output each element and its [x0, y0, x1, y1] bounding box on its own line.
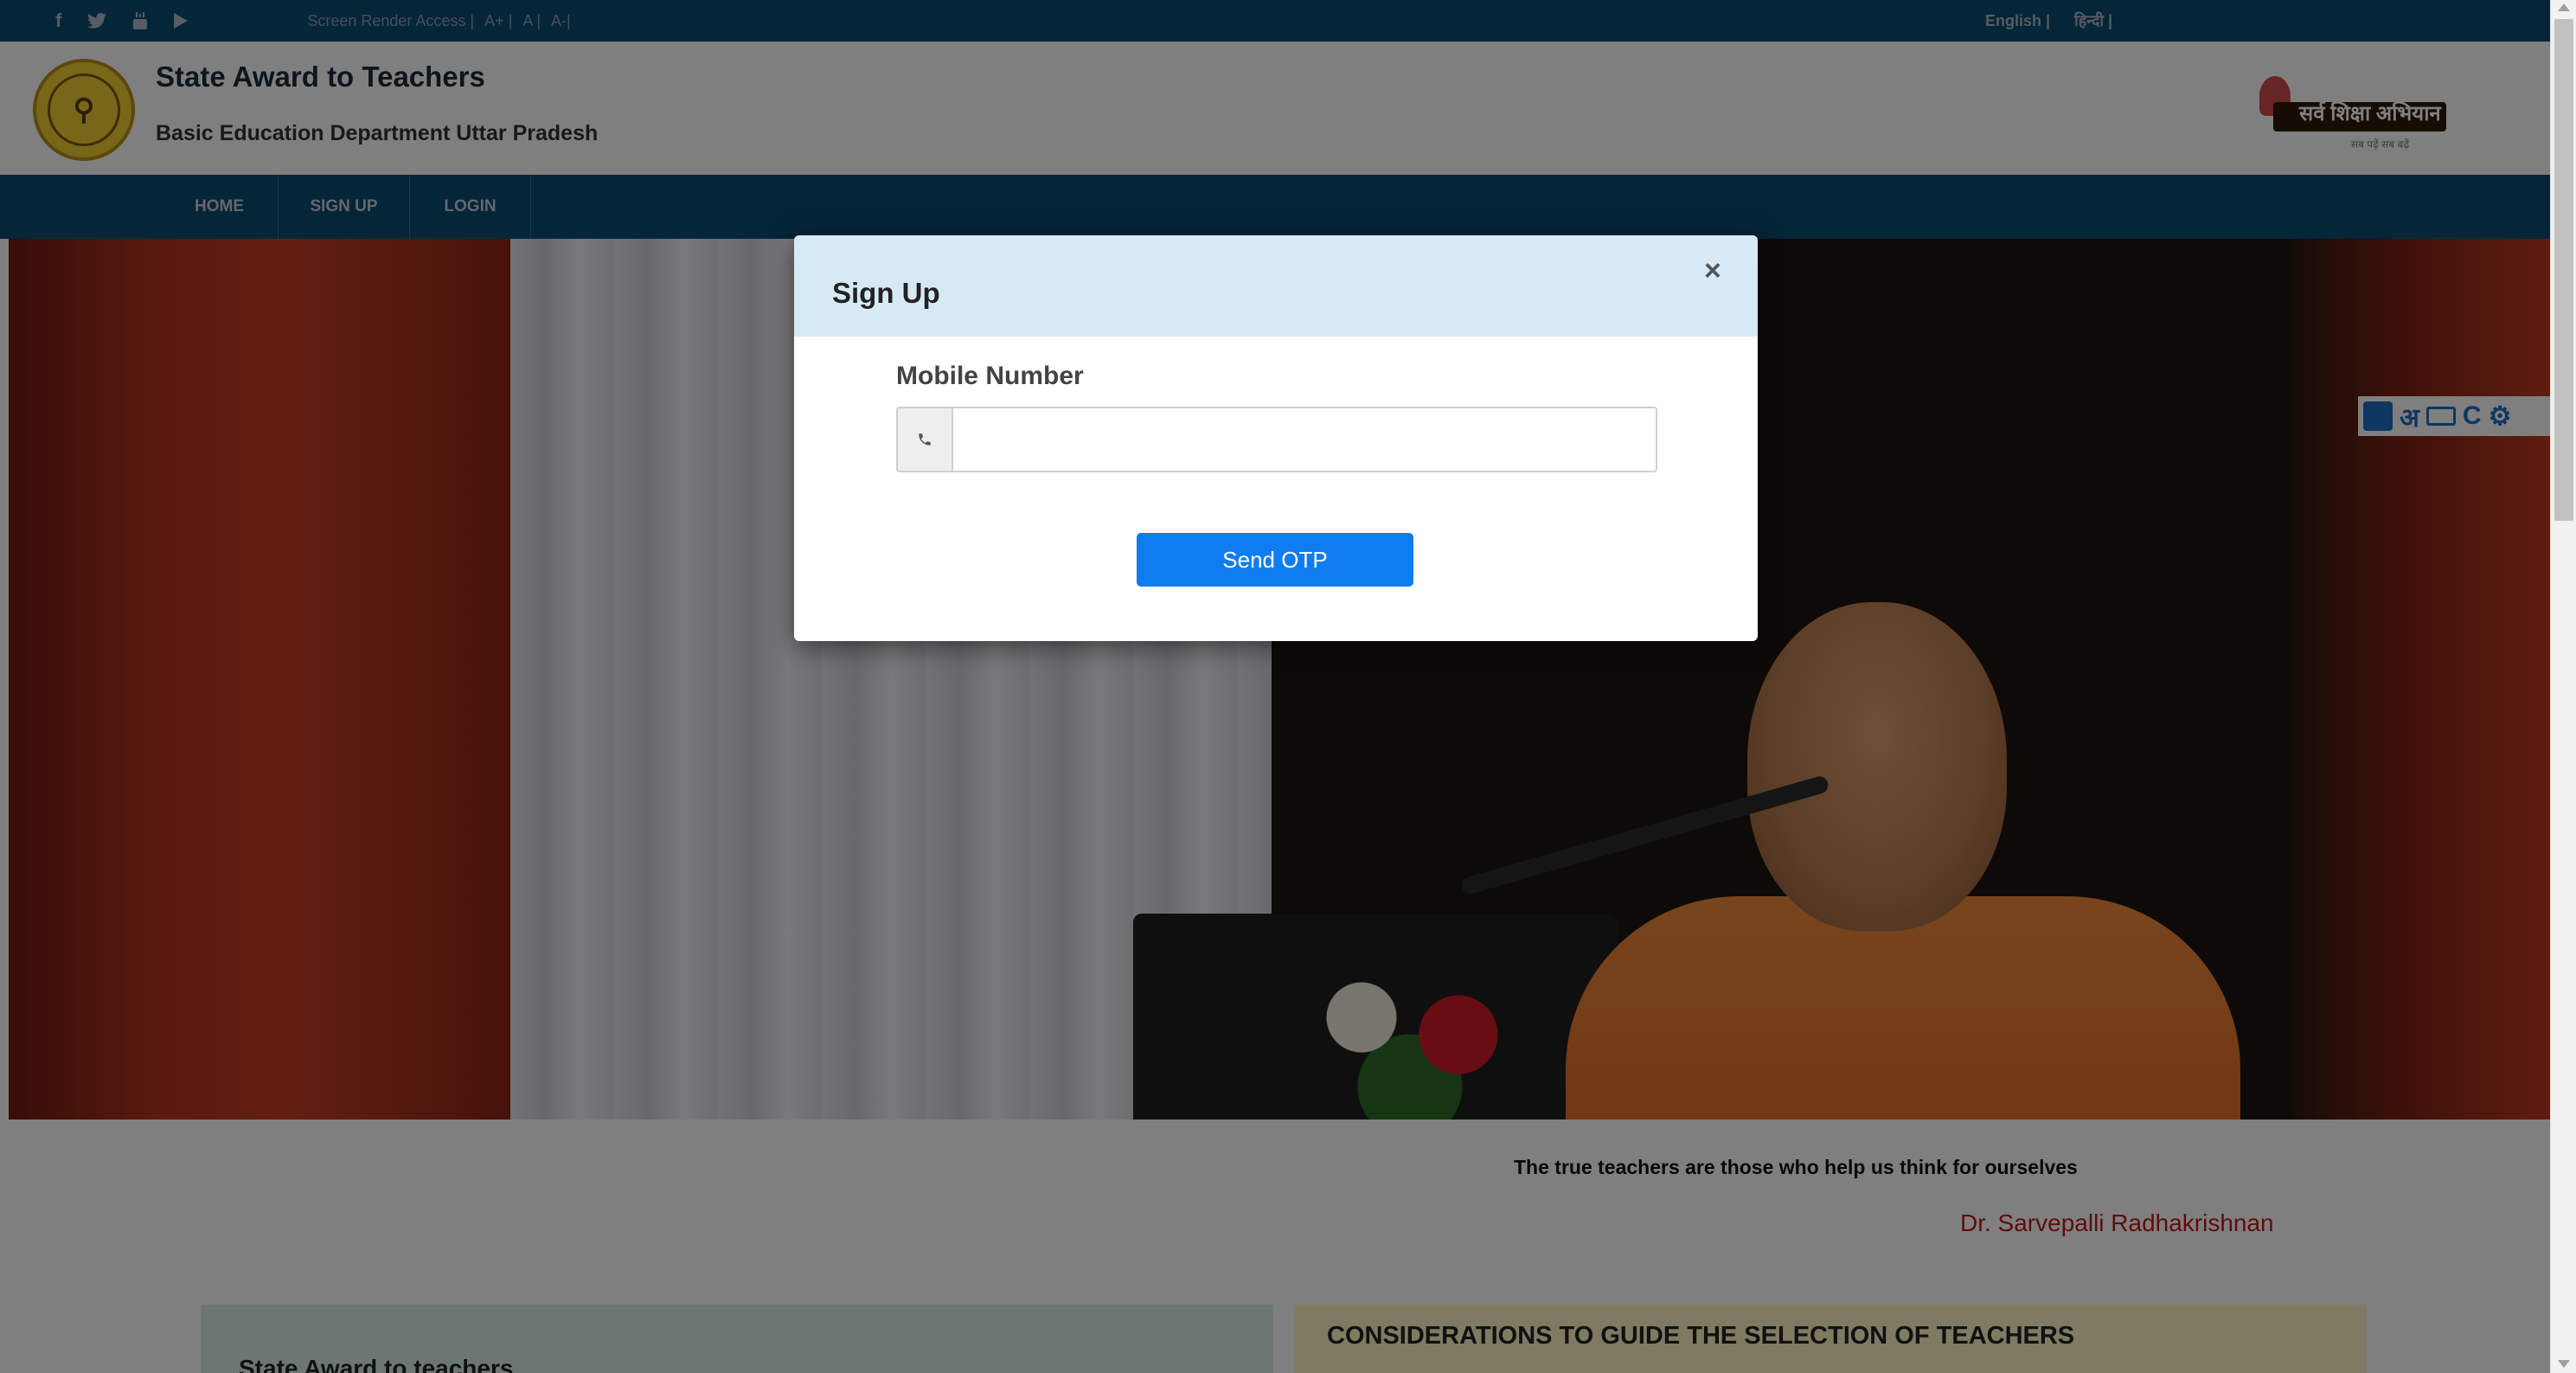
scroll-down-arrow-icon[interactable]	[2558, 1360, 2570, 1368]
modal-header: Sign Up ×	[794, 235, 1758, 337]
modal-backdrop[interactable]	[0, 0, 2550, 1373]
mobile-number-label: Mobile Number	[896, 362, 1084, 390]
close-icon[interactable]: ×	[1704, 254, 1721, 288]
phone-icon	[898, 408, 953, 471]
mobile-number-input[interactable]	[953, 408, 1656, 471]
send-otp-button[interactable]: Send OTP	[1137, 533, 1413, 587]
modal-title: Sign Up	[832, 277, 940, 309]
mobile-input-group	[896, 407, 1657, 472]
scroll-thumb[interactable]	[2554, 19, 2573, 521]
page-scrollbar[interactable]	[2550, 0, 2576, 1373]
signup-modal: Sign Up × Mobile Number Send OTP	[794, 235, 1758, 641]
scroll-up-arrow-icon[interactable]	[2558, 3, 2570, 11]
